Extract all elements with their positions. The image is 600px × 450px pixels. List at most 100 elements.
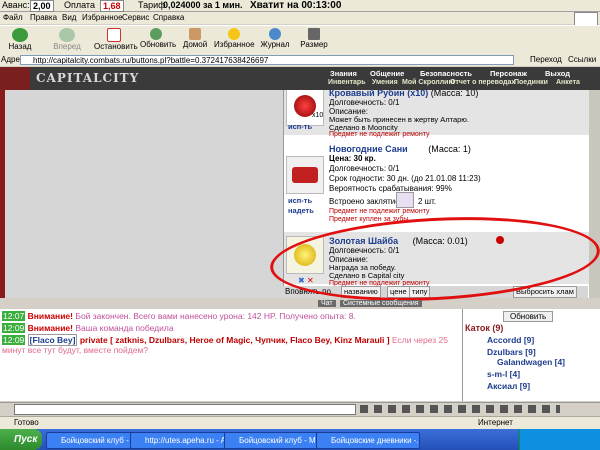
inventory-item: x10 исп-ть Кровавый Рубин (x10) (Масса: … [284,90,589,138]
menu-view[interactable]: Вид [62,13,76,22]
back-label: Назад [8,42,32,51]
avans-value: 2,00 [30,0,54,12]
menu-help[interactable]: Справка [153,13,184,22]
tarif-label: Тариф [138,0,166,10]
item-durability: Долговечность: 0/1 [329,246,400,255]
user-link[interactable]: Dzulbars [9] [487,347,536,357]
home-label: Домой [182,40,208,49]
back-button[interactable]: Назад [6,28,34,51]
item-name: Кровавый Рубин (x10) (Масса: 10) [329,90,479,98]
user-link[interactable]: Аксиал [9] [487,381,530,391]
room-title: Каток (9) [465,323,504,333]
start-button[interactable]: Пуск [0,429,42,450]
refresh-users-button[interactable]: Обновить [503,311,554,322]
sort-by-price-button[interactable]: цене [387,286,410,298]
tab-chat[interactable]: Чат [318,300,336,307]
discard-junk-button[interactable]: Выбросить хлам [513,286,577,298]
back-arrow-icon [12,28,28,42]
item-probability: Вероятность срабатывания: 99% [329,184,452,193]
wear-item-link[interactable]: надеть [288,206,314,215]
chat-tool-icons[interactable] [360,405,560,413]
size-label: Размер [300,40,328,49]
sled-icon [286,156,324,194]
spell-icon[interactable] [396,192,414,208]
game-header: CAPITALCITY Знания Общение Безопасность … [0,67,600,90]
chat-line: 12:09 [Flaco Bey] private [ zatknis, Dzu… [2,334,448,355]
chat-line: 12:07 Внимание! Бой закончен. Всего вами… [2,311,356,321]
use-item-link[interactable]: исп-ть [288,122,312,131]
browser-status-bar: Готово Интернет [0,416,600,429]
favorites-button[interactable]: Избранное [214,28,255,49]
item-bought-for-teeth: Предмет куплен за зубы [329,216,409,223]
menu-favorites[interactable]: Избранное [82,13,123,22]
item-spell: Встроено заклятие [329,197,400,206]
user-link[interactable]: Galandwagen [4] [497,357,565,367]
inventory-scrollbar[interactable] [588,90,600,298]
item-price: Цена: 30 кр. [329,154,376,163]
nav-character[interactable]: Персонаж [490,69,527,78]
enough-text: Хватит на 00:13:00 [250,0,342,11]
menu-bar: Файл Правка Вид Избранное Сервис Справка [0,12,600,24]
oplata-label: Оплата [64,0,95,10]
chat-input-bar [0,402,600,416]
links-button[interactable]: Ссылки [568,55,596,64]
forward-button[interactable]: Вперед [52,28,82,51]
nav-inventory[interactable]: Инвентарь [328,79,366,86]
stop-button[interactable]: Остановить [94,28,138,51]
nav-transfers[interactable]: Отчет о переводах [450,79,515,86]
nav-knowledge[interactable]: Знания [330,69,357,78]
status-text: Готово [14,418,39,427]
menu-tools[interactable]: Сервис [122,13,149,22]
size-button[interactable]: Размер [300,28,328,49]
text-size-icon [308,28,320,40]
user-link[interactable]: Accordd [9] [487,335,534,345]
task-item[interactable]: Бойцовский клуб - Micr... [224,432,328,449]
gold-puck-icon [286,236,324,274]
chat-line: 12:09 Внимание! Ваша команда победила [2,323,174,333]
info-icon[interactable] [496,236,504,244]
item-durability: Долговечность: 0/1 [329,164,400,173]
forward-arrow-icon [59,28,75,42]
chat-input[interactable] [14,404,356,415]
chat-tabs: Чат Системные сообщения [300,300,460,309]
task-item[interactable]: Бойцовские дневники -... [316,432,420,449]
nav-duels[interactable]: Поединки [514,79,548,86]
sort-bar: Вповнять по названию цене типу Выбросить… [283,286,588,298]
refresh-button[interactable]: Обновить [140,28,177,49]
item-expiry: Срок годности: 30 дн. (до 21.01.08 11:23… [329,174,481,183]
tab-system-messages[interactable]: Системные сообщения [340,300,422,307]
use-item-link[interactable]: исп-ть [288,196,312,205]
forward-label: Вперед [53,42,81,51]
item-action-icons[interactable]: ✖ ✕ [298,276,314,285]
inventory-panel: x10 исп-ть Кровавый Рубин (x10) (Масса: … [283,90,589,298]
nav-chat[interactable]: Общение [370,69,404,78]
sort-by-type-button[interactable]: типу [409,286,431,298]
task-item[interactable]: http://utes.apeha.ru - A... [130,432,236,449]
refresh-label: Обновить [140,40,177,49]
nav-skills[interactable]: Умения [372,79,398,86]
nav-scroll[interactable]: Мой Скроллинг [402,79,456,86]
task-item[interactable]: Бойцовский клуб - Mi... [46,432,142,449]
avans-label: Аванс: [2,0,30,10]
nav-profile[interactable]: Анкета [556,79,580,86]
favorites-label: Избранное [214,40,255,49]
menu-edit[interactable]: Правка [30,13,57,22]
browser-toolbar: Назад Вперед Остановить Обновить Домой И… [0,25,600,55]
history-button[interactable]: Журнал [260,28,290,49]
nav-security[interactable]: Безопасность [420,69,472,78]
menu-file[interactable]: Файл [3,13,23,22]
sort-by-name-button[interactable]: названию [341,286,381,298]
home-button[interactable]: Домой [182,28,208,49]
chat-log[interactable]: 12:07 Внимание! Бой закончен. Всего вами… [0,309,463,401]
go-button[interactable]: Переход [530,55,562,64]
online-users: Обновить Каток (9) Accordd [9] Dzulbars … [463,309,600,401]
history-icon [269,28,281,40]
nav-exit[interactable]: Выход [545,69,570,78]
item-no-repair: Предмет не подлежит ремонту [329,131,430,138]
address-input[interactable]: http://capitalcity.combats.ru/buttons.pl… [20,55,514,65]
stop-label: Остановить [94,42,138,51]
star-icon [228,28,240,40]
user-link[interactable]: s-m-l [4] [487,369,520,379]
history-label: Журнал [260,40,290,49]
spell-count: 2 шт. [418,197,437,206]
